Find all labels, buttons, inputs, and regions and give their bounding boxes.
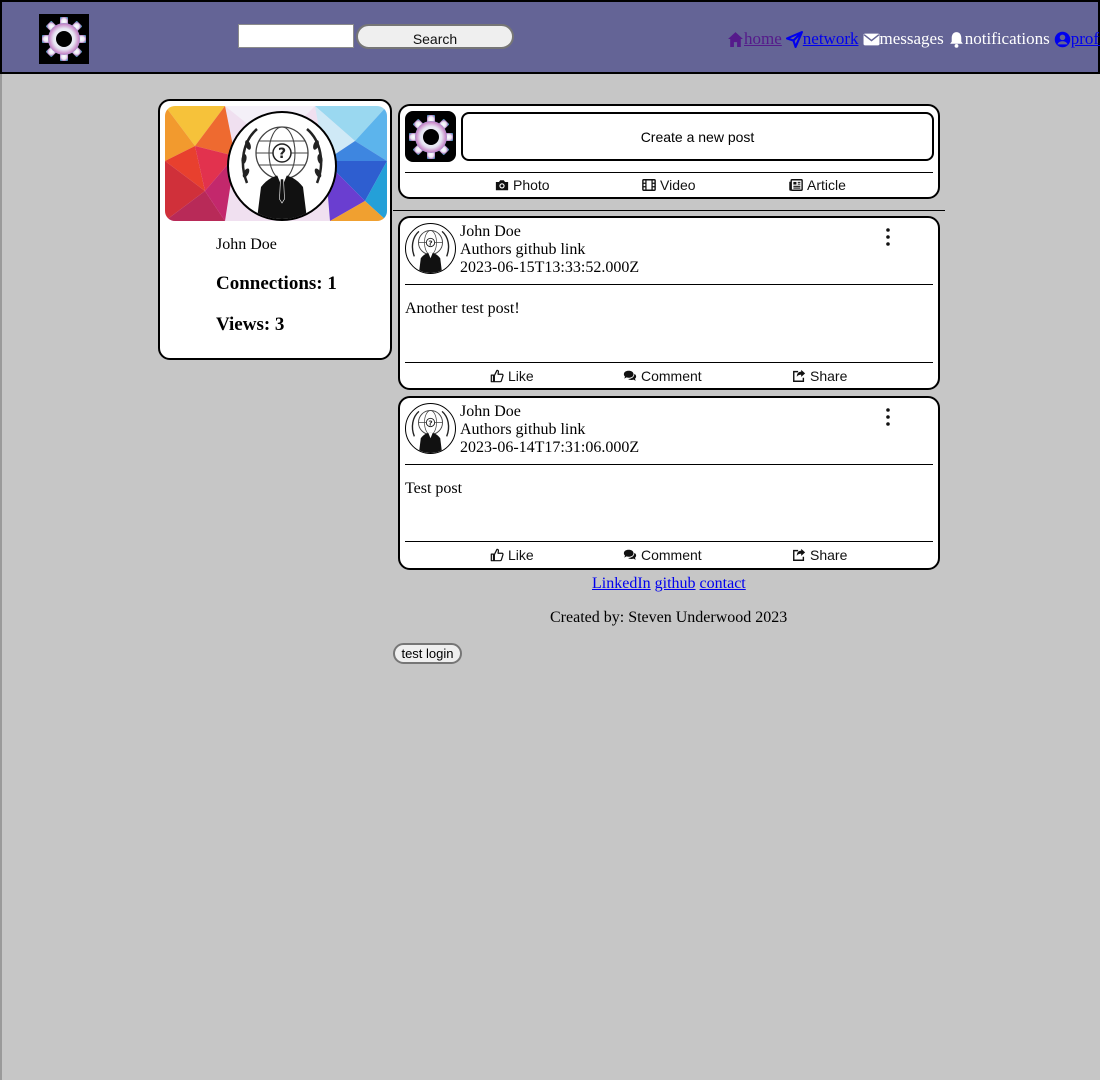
test-login-button[interactable]: test login	[393, 643, 462, 664]
composer-divider	[405, 172, 933, 173]
main-nav: home network messages notifications prof…	[727, 28, 1100, 50]
footer-credit: Created by: Steven Underwood 2023	[550, 609, 788, 626]
profile-avatar[interactable]: ?	[227, 111, 337, 221]
post-author-avatar[interactable]: ?	[405, 223, 456, 274]
thumbs-up-icon	[490, 369, 504, 383]
article-label: Article	[807, 177, 846, 193]
comments-icon	[623, 549, 637, 560]
post-body: Test post	[405, 480, 463, 497]
nav-network[interactable]: network	[785, 29, 859, 49]
create-post-card: Create a new post Photo Video Article	[398, 104, 940, 199]
footer-link-contact[interactable]: contact	[700, 575, 746, 593]
post-author-avatar[interactable]: ?	[405, 403, 456, 454]
home-icon	[728, 31, 743, 47]
search-button[interactable]: Search	[356, 24, 514, 49]
profile-views: Views: 3	[216, 314, 285, 335]
more-options-icon[interactable]	[880, 226, 896, 248]
site-logo[interactable]	[39, 14, 89, 64]
send-icon	[785, 30, 803, 48]
profile-banner: ?	[165, 106, 387, 221]
share-button[interactable]: Share	[792, 368, 847, 384]
post-header-divider	[405, 284, 933, 285]
photo-button[interactable]: Photo	[495, 177, 550, 193]
share-label: Share	[810, 368, 848, 384]
video-label: Video	[660, 177, 696, 193]
post-timestamp: 2023-06-14T17:31:06.000Z	[460, 439, 640, 456]
svg-text:?: ?	[278, 146, 286, 162]
like-label: Like	[508, 547, 534, 563]
share-label: Share	[810, 547, 848, 563]
nav-network-label: network	[802, 29, 859, 48]
post-actions-divider	[405, 541, 933, 542]
profile-name[interactable]: John Doe	[216, 236, 277, 254]
comment-button[interactable]: Comment	[623, 368, 702, 384]
post-meta: John Doe Authors github link 2023-06-15T…	[460, 223, 639, 277]
video-button[interactable]: Video	[642, 177, 696, 193]
footer-link-linkedin[interactable]: LinkedIn	[592, 575, 651, 593]
gear-logo-icon	[408, 114, 453, 159]
like-button[interactable]: Like	[490, 547, 534, 563]
post-body: Another test post!	[405, 300, 520, 317]
create-post-button[interactable]: Create a new post	[461, 112, 934, 161]
nav-notifications[interactable]: notifications	[948, 29, 1050, 49]
gear-logo-icon	[42, 17, 86, 61]
comment-label: Comment	[641, 547, 702, 563]
article-button[interactable]: Article	[789, 177, 846, 193]
photo-label: Photo	[513, 177, 550, 193]
thumbs-up-icon	[490, 548, 504, 562]
anonymous-mask-icon: ?	[230, 114, 334, 219]
composer-avatar	[405, 111, 456, 162]
newspaper-icon	[789, 179, 803, 191]
footer-link-github[interactable]: github	[655, 575, 696, 593]
post-header-divider	[405, 464, 933, 465]
user-circle-icon	[1054, 31, 1070, 47]
camera-icon	[495, 180, 509, 191]
post-author-name[interactable]: John Doe	[460, 403, 639, 421]
footer-links: LinkedIn github contact	[592, 575, 746, 593]
nav-messages-label: messages	[879, 29, 944, 48]
nav-profile[interactable]: profile	[1054, 29, 1100, 49]
post-author-link[interactable]: Authors github link	[460, 421, 639, 439]
svg-text:?: ?	[428, 418, 432, 427]
comment-label: Comment	[641, 368, 702, 384]
share-icon	[793, 369, 806, 382]
comments-icon	[623, 370, 637, 381]
anonymous-mask-icon: ?	[406, 224, 455, 273]
search-input[interactable]	[238, 24, 354, 48]
like-button[interactable]: Like	[490, 368, 534, 384]
post-author-name[interactable]: John Doe	[460, 223, 639, 241]
film-icon	[642, 179, 656, 191]
profile-connections: Connections: 1	[216, 273, 337, 294]
post-author-link[interactable]: Authors github link	[460, 241, 639, 259]
post-card: ? John Doe Authors github link 2023-06-1…	[398, 216, 940, 390]
comment-button[interactable]: Comment	[623, 547, 702, 563]
svg-text:?: ?	[428, 238, 432, 247]
feed-divider	[393, 210, 945, 211]
anonymous-mask-icon: ?	[406, 404, 455, 453]
bell-icon	[949, 31, 963, 48]
nav-home-label: home	[744, 29, 782, 48]
nav-home[interactable]: home	[727, 29, 782, 49]
share-icon	[793, 548, 806, 561]
profile-card: ? John Doe Connections: 1 Views: 3	[158, 99, 392, 360]
post-meta: John Doe Authors github link 2023-06-14T…	[460, 403, 639, 457]
share-button[interactable]: Share	[792, 547, 847, 563]
envelope-icon	[863, 33, 879, 45]
post-timestamp: 2023-06-15T13:33:52.000Z	[460, 259, 640, 276]
nav-profile-label: profile	[1070, 29, 1100, 48]
like-label: Like	[508, 368, 534, 384]
post-actions-divider	[405, 362, 933, 363]
nav-messages[interactable]: messages	[863, 29, 944, 49]
nav-notifications-label: notifications	[964, 29, 1050, 48]
more-options-icon[interactable]	[880, 406, 896, 428]
top-navigation-bar: Search home network messages notificatio…	[0, 0, 1100, 74]
post-card: ? John Doe Authors github link 2023-06-1…	[398, 396, 940, 570]
